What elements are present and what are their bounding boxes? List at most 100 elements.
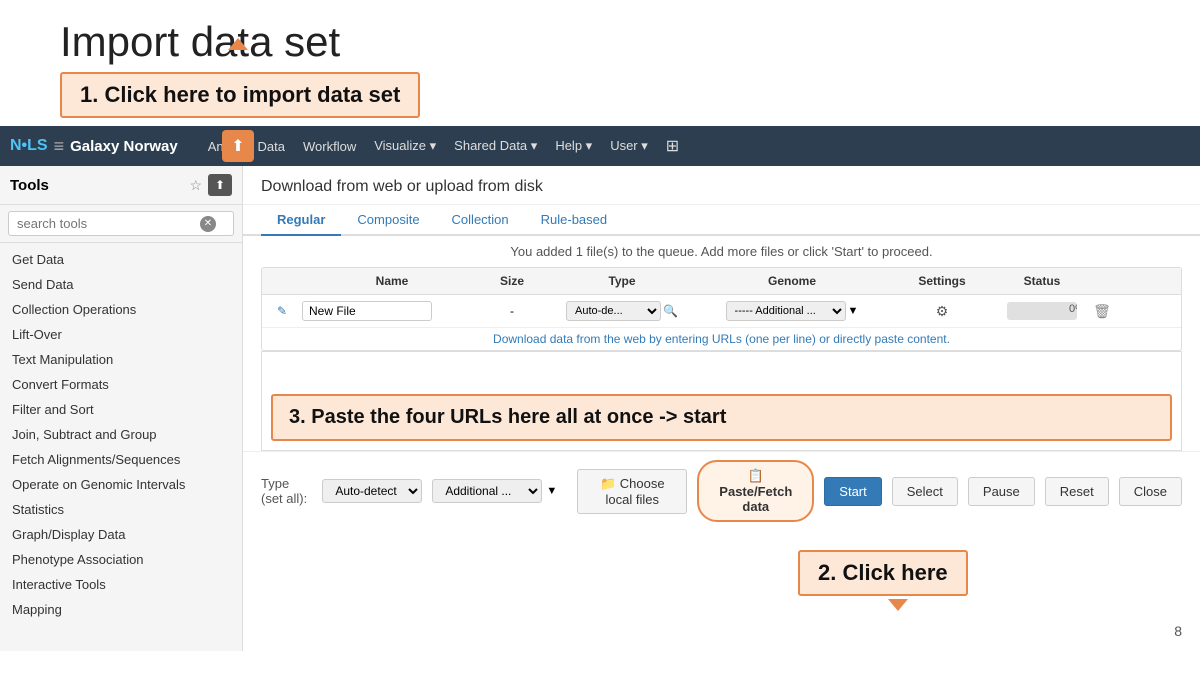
upload-panel-header: Download from web or upload from disk <box>243 166 1200 205</box>
type-set-label: Type (set all): <box>261 476 312 506</box>
paste-fetch-button[interactable]: 📋 Paste/Fetch data <box>697 460 814 522</box>
type-set-select[interactable]: Auto-detect <box>322 479 422 503</box>
local-files-icon: 📁 <box>600 476 616 491</box>
sidebar-item-filter-sort[interactable]: Filter and Sort <box>0 397 242 422</box>
row-status-cell: 0% <box>1002 302 1082 320</box>
upload-button[interactable]: ⬆ <box>222 130 254 162</box>
row-name-cell <box>302 301 482 321</box>
star-icon: ☆ <box>189 177 202 194</box>
brand: N•LS ≡ Galaxy Norway <box>10 136 178 157</box>
step2-banner: 2. Click here <box>798 550 968 596</box>
row-type-cell: Auto-de... 🔍 <box>542 301 702 321</box>
url-hint: Download data from the web by entering U… <box>262 328 1181 350</box>
col-size: Size <box>482 274 542 288</box>
brand-name: Galaxy Norway <box>70 138 178 155</box>
col-genome: Genome <box>702 274 882 288</box>
row-size-cell: - <box>482 304 542 318</box>
sidebar-item-join-subtract[interactable]: Join, Subtract and Group <box>0 422 242 447</box>
row-delete-cell: 🗑 <box>1082 303 1122 320</box>
genome-dropdown-icon: ▼ <box>848 305 859 317</box>
sidebar-item-graph-display[interactable]: Graph/Display Data <box>0 522 242 547</box>
progress-label: 0% <box>1042 303 1077 315</box>
upload-arrow <box>228 38 248 50</box>
sidebar-item-mapping[interactable]: Mapping <box>0 597 242 622</box>
table-row: ✎ - Auto-de... 🔍 ----- Additional ... <box>262 295 1181 328</box>
sidebar-item-fetch-alignments[interactable]: Fetch Alignments/Sequences <box>0 447 242 472</box>
search-type-icon: 🔍 <box>663 304 678 318</box>
sidebar-header: Tools ☆ ⬆ <box>0 166 242 205</box>
navbar-links: Analyze Data Workflow Visualize ▾ Shared… <box>208 136 680 156</box>
page-title: Import data set <box>60 18 1140 66</box>
paste-fetch-arrow <box>888 599 908 611</box>
sidebar-item-phenotype[interactable]: Phenotype Association <box>0 547 242 572</box>
bottom-controls: Type (set all): Auto-detect Additional .… <box>243 451 1200 530</box>
brand-nols: N•LS <box>10 137 48 155</box>
upload-icon: ⬆ <box>231 136 244 156</box>
genome-select[interactable]: ----- Additional ... <box>726 301 846 321</box>
start-button[interactable]: Start <box>824 477 881 506</box>
tab-composite[interactable]: Composite <box>341 205 435 236</box>
step3-label: 3. Paste the four URLs here all at once … <box>289 406 726 428</box>
genome-set-wrap: Additional ... ▼ <box>432 479 557 503</box>
step1-banner: 1. Click here to import data set <box>60 72 420 118</box>
col-type: Type <box>542 274 702 288</box>
sidebar-search-area: ✕ <box>0 205 242 243</box>
genome-set-arrow: ▼ <box>546 485 557 497</box>
row-edit-cell: ✎ <box>262 304 302 318</box>
sidebar-item-lift-over[interactable]: Lift-Over <box>0 322 242 347</box>
col-status: Status <box>1002 274 1082 288</box>
nav-user[interactable]: User ▾ <box>610 138 648 154</box>
sidebar-item-collection-ops[interactable]: Collection Operations <box>0 297 242 322</box>
sidebar-item-text-manipulation[interactable]: Text Manipulation <box>0 347 242 372</box>
genome-set-select[interactable]: Additional ... <box>432 479 542 503</box>
search-clear-button[interactable]: ✕ <box>200 216 216 232</box>
nav-separator: ≡ <box>54 136 65 157</box>
type-select[interactable]: Auto-de... <box>566 301 661 321</box>
row-genome-cell: ----- Additional ... ▼ <box>702 301 882 321</box>
edit-icon: ✎ <box>277 304 287 318</box>
tab-collection[interactable]: Collection <box>436 205 525 236</box>
table-header: Name Size Type Genome Settings Status <box>262 268 1181 295</box>
sidebar-item-send-data[interactable]: Send Data <box>0 272 242 297</box>
col-settings: Settings <box>882 274 1002 288</box>
nav-workflow[interactable]: Workflow <box>303 139 356 154</box>
col-name: Name <box>302 274 482 288</box>
grid-icon: ⊞ <box>666 136 679 156</box>
step3-banner: 3. Paste the four URLs here all at once … <box>271 394 1172 441</box>
file-table: Name Size Type Genome Settings Status ✎ … <box>261 267 1182 351</box>
choose-local-files-button[interactable]: 📁 Choose local files <box>577 469 687 514</box>
sidebar-item-interactive-tools[interactable]: Interactive Tools <box>0 572 242 597</box>
sidebar-item-genomic-intervals[interactable]: Operate on Genomic Intervals <box>0 472 242 497</box>
sidebar-title: Tools <box>10 177 189 194</box>
settings-gear-icon[interactable]: ⚙ <box>936 303 949 319</box>
row-settings-cell: ⚙ <box>882 303 1002 320</box>
progress-bar: 0% <box>1007 302 1077 320</box>
sidebar-item-statistics[interactable]: Statistics <box>0 497 242 522</box>
col-delete <box>1082 274 1122 288</box>
pause-button[interactable]: Pause <box>968 477 1035 506</box>
upload-tabs: Regular Composite Collection Rule-based <box>243 205 1200 236</box>
main-layout: Tools ☆ ⬆ ✕ Get Data Send Data Collectio… <box>0 166 1200 651</box>
upload-info-message: You added 1 file(s) to the queue. Add mo… <box>243 236 1200 267</box>
paste-icon: 📋 <box>748 468 764 483</box>
navbar: N•LS ≡ Galaxy Norway Analyze Data Workfl… <box>0 126 1200 166</box>
sidebar-item-convert-formats[interactable]: Convert Formats <box>0 372 242 397</box>
close-button[interactable]: Close <box>1119 477 1182 506</box>
tab-regular[interactable]: Regular <box>261 205 341 236</box>
page-number: 8 <box>1174 623 1182 639</box>
col-checkbox <box>262 274 302 288</box>
paste-area-wrap: 3. Paste the four URLs here all at once … <box>261 351 1182 451</box>
nav-visualize[interactable]: Visualize ▾ <box>374 138 436 154</box>
step2-label: 2. Click here <box>818 560 948 585</box>
sidebar-item-get-data[interactable]: Get Data <box>0 247 242 272</box>
title-area: Import data set 1. Click here to import … <box>0 0 1200 126</box>
step1-label: 1. Click here to import data set <box>80 82 400 107</box>
tab-rule-based[interactable]: Rule-based <box>525 205 624 236</box>
select-button[interactable]: Select <box>892 477 958 506</box>
nav-help[interactable]: Help ▾ <box>555 138 592 154</box>
file-name-input[interactable] <box>302 301 432 321</box>
delete-row-button[interactable]: 🗑 <box>1093 303 1111 319</box>
reset-button[interactable]: Reset <box>1045 477 1109 506</box>
nav-shared[interactable]: Shared Data ▾ <box>454 138 537 154</box>
sidebar-upload-btn[interactable]: ⬆ <box>208 174 232 196</box>
